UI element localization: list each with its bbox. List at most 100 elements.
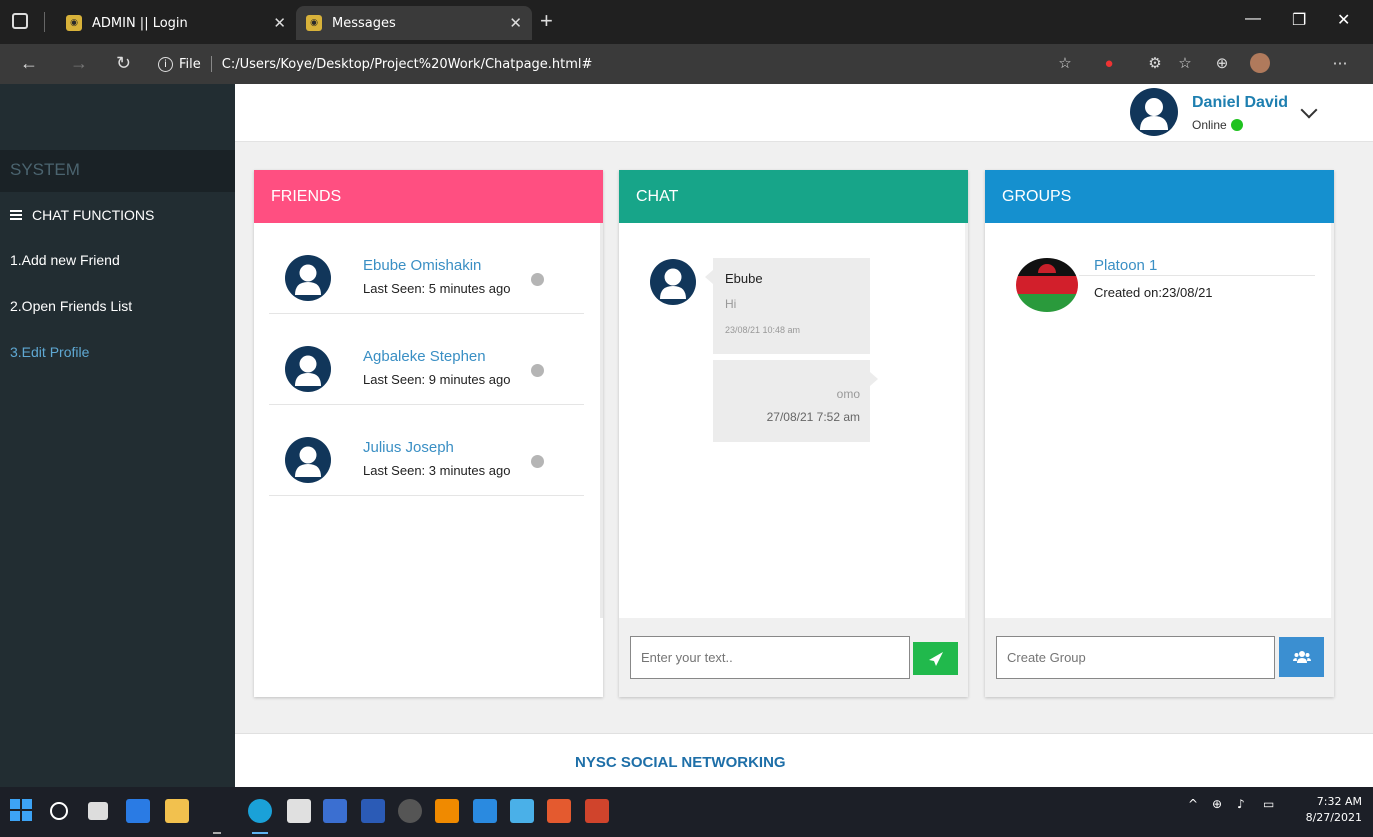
new-tab-icon[interactable]: + xyxy=(540,8,553,34)
users-icon xyxy=(1292,651,1311,663)
group-flag-icon xyxy=(1016,258,1078,312)
sidebar-item-edit-profile[interactable]: 3.Edit Profile xyxy=(0,330,235,376)
user-status-label: Online xyxy=(1192,118,1227,132)
friend-list-item[interactable]: Julius Joseph Last Seen: 3 minutes ago xyxy=(269,405,584,496)
active-app-indicator xyxy=(252,832,268,834)
url-field[interactable]: i File C:/Users/Koye/Desktop/Project%20W… xyxy=(148,50,1078,78)
nysc-favicon-icon: ◉ xyxy=(66,15,82,31)
tab-admin-login[interactable]: ◉ ADMIN || Login ✕ xyxy=(56,6,296,40)
address-bar: ← → ↻ i File C:/Users/Koye/Desktop/Proje… xyxy=(0,44,1373,84)
friend-avatar xyxy=(285,255,331,301)
profile-avatar-icon[interactable] xyxy=(1250,53,1270,73)
top-header: Daniel David Online xyxy=(235,84,1373,142)
groups-list: Platoon 1 Created on:23/08/21 xyxy=(985,223,1331,618)
user-name: Daniel David xyxy=(1192,94,1289,111)
close-icon[interactable]: ✕ xyxy=(273,14,286,32)
clock-time: 7:32 AM xyxy=(1316,795,1362,808)
sidebar-header-label: CHAT FUNCTIONS xyxy=(32,207,155,223)
extensions-icon[interactable]: ⚙ xyxy=(1145,53,1165,73)
friend-last-seen: Last Seen: 3 minutes ago xyxy=(363,463,511,478)
create-group-input[interactable] xyxy=(996,636,1275,679)
friends-panel-title: FRIENDS xyxy=(254,170,603,223)
user-avatar[interactable] xyxy=(1130,88,1178,136)
back-icon[interactable]: ← xyxy=(20,53,38,74)
chat-messages: Ebube Hi 23/08/21 10:48 am omo 27/08/21 … xyxy=(619,223,965,618)
extension-icon[interactable]: ● xyxy=(1099,53,1119,73)
word-icon[interactable] xyxy=(361,799,385,823)
divider xyxy=(44,12,45,32)
close-window-icon[interactable]: ✕ xyxy=(1337,10,1350,30)
sidebar-menu-header[interactable]: CHAT FUNCTIONS xyxy=(0,192,235,238)
windows-taskbar: ^ ⊕ ♪ ▭ 7:32 AM 8/27/2021 xyxy=(0,787,1373,837)
url-scheme-label: File xyxy=(179,56,201,72)
offline-status-icon xyxy=(531,455,544,468)
sender-avatar xyxy=(650,259,696,305)
message-time: 27/08/21 7:52 am xyxy=(766,410,860,424)
minimize-icon[interactable]: — xyxy=(1245,10,1261,28)
tab-messages[interactable]: ◉ Messages ✕ xyxy=(296,6,532,40)
chevron-up-icon[interactable]: ^ xyxy=(1188,797,1198,811)
store-icon[interactable] xyxy=(287,799,311,823)
menu-icon xyxy=(10,208,22,222)
sidebar-item-add-friend[interactable]: 1.Add new Friend xyxy=(0,238,235,284)
message-time: 23/08/21 10:48 am xyxy=(725,325,801,335)
outgoing-message: omo 27/08/21 7:52 am xyxy=(713,360,878,442)
page-footer: NYSC SOCIAL NETWORKING xyxy=(235,733,1373,787)
language-icon[interactable]: ⊕ xyxy=(1212,797,1222,811)
more-icon[interactable]: ⋯ xyxy=(1330,53,1350,73)
widgets-icon[interactable] xyxy=(126,799,150,823)
tab-title: ADMIN || Login xyxy=(92,15,188,31)
windows-start-icon[interactable] xyxy=(10,799,34,823)
message-text: Hi xyxy=(725,297,737,311)
chevron-down-icon[interactable] xyxy=(1300,101,1318,119)
tab-actions-icon[interactable] xyxy=(12,13,28,29)
send-button[interactable] xyxy=(913,642,958,675)
create-group-button[interactable] xyxy=(1279,637,1324,677)
battery-icon[interactable]: ▭ xyxy=(1263,797,1274,811)
close-icon[interactable]: ✕ xyxy=(509,14,522,32)
chat-panel-title: CHAT xyxy=(619,170,968,223)
message-sender: Ebube xyxy=(725,271,763,286)
user-status: Online xyxy=(1192,118,1243,132)
groups-panel-title: GROUPS xyxy=(985,170,1334,223)
favorites-icon[interactable]: ☆ xyxy=(1175,53,1195,73)
file-explorer-icon[interactable] xyxy=(165,799,189,823)
running-indicator xyxy=(213,832,221,834)
friend-name: Ebube Omishakin xyxy=(363,257,482,274)
friend-list-item[interactable]: Ebube Omishakin Last Seen: 5 minutes ago xyxy=(269,223,584,314)
photos-icon[interactable] xyxy=(510,799,534,823)
tab-title: Messages xyxy=(332,15,396,31)
taskbar-clock[interactable]: 7:32 AM 8/27/2021 xyxy=(1302,794,1362,826)
chat-message-input[interactable] xyxy=(630,636,910,679)
offline-status-icon xyxy=(531,273,544,286)
sidebar-item-open-friends[interactable]: 2.Open Friends List xyxy=(0,284,235,330)
vs-code-icon[interactable] xyxy=(473,799,497,823)
refresh-icon[interactable]: ↻ xyxy=(116,53,131,74)
friend-avatar xyxy=(285,437,331,483)
forward-icon[interactable]: → xyxy=(70,53,88,74)
collections-icon[interactable]: ⊕ xyxy=(1212,53,1232,73)
xampp-icon[interactable] xyxy=(547,799,571,823)
media-player-icon[interactable] xyxy=(398,799,422,823)
vlc-icon[interactable] xyxy=(435,799,459,823)
offline-status-icon xyxy=(531,364,544,377)
info-icon[interactable]: i xyxy=(158,56,173,72)
friend-name: Agbaleke Stephen xyxy=(363,348,486,365)
nysc-favicon-icon: ◉ xyxy=(306,15,322,31)
group-created-date: Created on:23/08/21 xyxy=(1094,285,1213,300)
divider xyxy=(210,56,212,72)
sidebar: SYSTEM CHAT FUNCTIONS 1.Add new Friend 2… xyxy=(0,84,235,787)
friend-avatar xyxy=(285,346,331,392)
scrollbar[interactable] xyxy=(600,223,603,618)
friend-list-item[interactable]: Agbaleke Stephen Last Seen: 9 minutes ag… xyxy=(269,314,584,405)
wps-writer-icon[interactable] xyxy=(323,799,347,823)
groups-panel: GROUPS Platoon 1 Created on:23/08/21 xyxy=(985,170,1334,697)
restore-icon[interactable]: ❐ xyxy=(1292,10,1306,30)
search-icon[interactable] xyxy=(50,802,68,820)
edge-browser-icon[interactable] xyxy=(248,799,272,823)
powerpoint-icon[interactable] xyxy=(585,799,609,823)
incoming-message: Ebube Hi 23/08/21 10:48 am xyxy=(705,258,870,354)
volume-icon[interactable]: ♪ xyxy=(1237,797,1245,811)
add-favorite-icon[interactable]: ☆ xyxy=(1055,53,1075,73)
task-view-icon[interactable] xyxy=(88,802,108,820)
